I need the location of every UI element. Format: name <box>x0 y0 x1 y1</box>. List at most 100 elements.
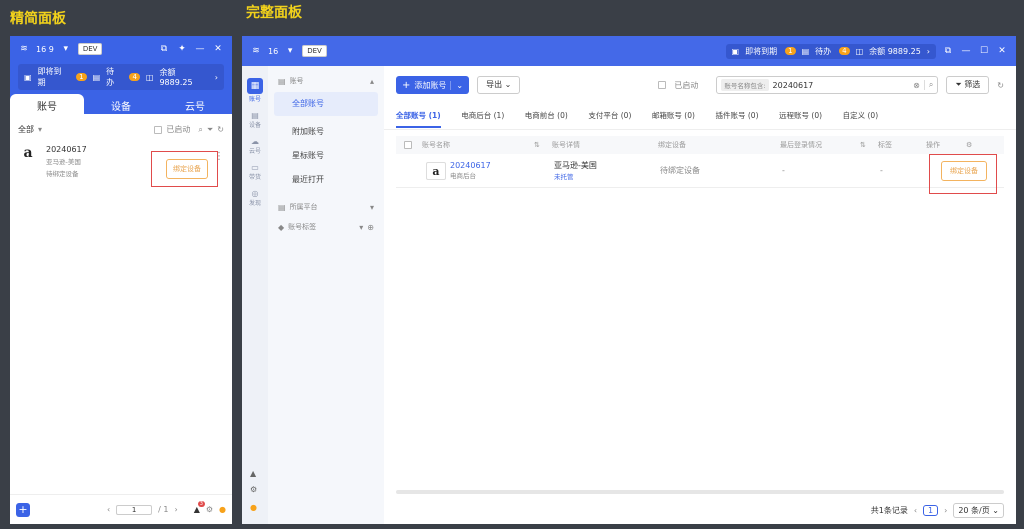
refresh-icon[interactable]: ↻ <box>217 125 224 134</box>
chevron-right-icon: › <box>926 46 930 56</box>
expiring-label: 即将到期 <box>745 46 778 56</box>
account-id: 16 <box>268 46 279 56</box>
expiring-icon: ▣ <box>24 72 32 82</box>
rail-discover[interactable]: ◎ 发现 <box>242 189 268 207</box>
settings-icon[interactable]: ⚙ <box>206 505 213 514</box>
col-name[interactable]: 账号名称 <box>422 140 534 150</box>
page-size-label: 20 条/页 <box>958 506 990 515</box>
col-last-login[interactable]: 最后登录情况 <box>780 140 860 150</box>
select-all-checkbox[interactable] <box>404 141 412 149</box>
rail-device-label: 设备 <box>248 122 261 129</box>
filter-dropdown-icon[interactable]: ▾ <box>38 125 42 134</box>
coin-icon[interactable]: ● <box>250 503 257 512</box>
amazon-logo-icon: a <box>426 161 446 180</box>
filter-all[interactable]: 全部 <box>18 124 34 135</box>
close-icon[interactable]: ✕ <box>996 46 1008 56</box>
search-input[interactable]: 账号名称包含: 20240617 ⊗ ⌕ <box>716 76 939 94</box>
wallet-icon: ◫ <box>145 72 154 82</box>
menu-tags[interactable]: ◆ 账号标签 ▾ ⊕ <box>268 222 384 232</box>
page-number[interactable]: 1 <box>923 505 939 516</box>
todo-label: 待办 <box>815 46 832 56</box>
plus-icon: + <box>402 79 411 91</box>
minimize-icon[interactable]: — <box>194 44 206 54</box>
close-icon[interactable]: ✕ <box>212 44 224 54</box>
search-icon[interactable]: ⌕ <box>198 125 202 135</box>
notification-icon[interactable]: ▲ 3 <box>194 501 205 514</box>
launched-checkbox[interactable] <box>658 81 667 89</box>
status-strip[interactable]: ▣ 即将到期 1 ▤ 待办 4 ◫ 余额 9889.25 › <box>18 64 224 90</box>
pin-icon[interactable]: ✦ <box>176 44 188 54</box>
amazon-logo-icon: a <box>23 145 33 161</box>
tab-cloud[interactable]: 云号 <box>158 94 232 114</box>
page-input[interactable]: 1 <box>116 504 153 515</box>
tab-account[interactable]: 账号 <box>10 94 84 114</box>
add-account-button[interactable]: + <box>16 502 30 517</box>
tags-label: 账号标签 <box>288 223 317 231</box>
tab-ecom-frontend[interactable]: 电商前台 (0) <box>525 111 568 120</box>
todo-count: 4 <box>839 47 850 55</box>
tab-email[interactable]: 邮箱账号 (0) <box>652 111 695 120</box>
account-dropdown-icon[interactable]: ▾ <box>60 44 72 54</box>
status-strip[interactable]: ▣ 即将到期 1 ▤ 待办 4 ◫ 余额 9889.25 › <box>725 43 936 59</box>
account-dropdown-icon[interactable]: ▾ <box>284 46 296 56</box>
dev-badge: DEV <box>302 45 327 57</box>
switch-view-icon[interactable]: ⧉ <box>158 44 170 54</box>
row-account-name[interactable]: 20240617 <box>450 161 554 170</box>
clear-icon[interactable]: ⊗ <box>913 81 920 90</box>
dev-badge: DEV <box>77 43 103 55</box>
rail-account[interactable]: ▦ 账号 <box>242 78 268 103</box>
table-row[interactable]: a 20240617 电商后台 亚马逊-美国 未托管 待绑定设备 - - <box>396 154 1004 188</box>
tab-all-accounts[interactable]: 全部账号 (1) <box>396 111 441 128</box>
tab-remote[interactable]: 远程账号 (0) <box>779 111 822 120</box>
account-icon: ▦ <box>247 78 263 94</box>
refresh-icon[interactable]: ↻ <box>997 81 1004 90</box>
tab-device[interactable]: 设备 <box>84 94 158 114</box>
launched-checkbox[interactable] <box>154 125 163 134</box>
full-highlight-box <box>929 154 997 194</box>
account-tabs: 全部账号 (1) 电商后台 (1) 电商前台 (0) 支付平台 (0) 邮箱账号… <box>384 96 1016 130</box>
coin-icon[interactable]: ● <box>219 505 226 514</box>
tab-custom[interactable]: 自定义 (0) <box>843 111 879 120</box>
notification-icon[interactable]: ▲ <box>250 469 256 478</box>
menu-extra-accounts[interactable]: 附加账号 <box>268 120 384 144</box>
menu-recent[interactable]: 最近打开 <box>268 168 384 192</box>
minimize-icon[interactable]: — <box>960 46 972 56</box>
row-hosting-status: 未托管 <box>554 173 574 181</box>
rail-cloud[interactable]: ☁ 云号 <box>242 137 268 155</box>
add-tag-icon[interactable]: ⊕ <box>367 223 374 232</box>
collapse-icon[interactable]: ▴ <box>370 77 374 86</box>
app-logo-icon: ≋ <box>252 46 260 56</box>
switch-view-icon[interactable]: ⧉ <box>942 46 954 56</box>
main-area: + 添加账号 ⌄ 导出 ⌄ 已启动 账号名称包含: 20240617 ⊗ ⌕ ⏷… <box>384 66 1016 524</box>
filter-icon[interactable]: ⏷ <box>207 125 213 135</box>
tab-ecom-backend[interactable]: 电商后台 (1) <box>461 111 504 120</box>
menu-all-accounts[interactable]: 全部账号 <box>274 92 378 116</box>
sort-icon[interactable]: ⇅ <box>534 141 552 149</box>
settings-icon[interactable]: ⚙ <box>250 485 257 494</box>
add-account-button[interactable]: + 添加账号 ⌄ <box>396 76 470 94</box>
horizontal-scrollbar[interactable] <box>396 490 1004 494</box>
export-button[interactable]: 导出 ⌄ <box>477 76 521 94</box>
rail-device[interactable]: ▤ 设备 <box>242 111 268 129</box>
account-id: 16 9 <box>36 44 54 54</box>
tab-plugin[interactable]: 插件账号 (0) <box>715 111 758 120</box>
column-settings-icon[interactable]: ⚙ <box>966 141 972 149</box>
search-icon[interactable]: ⌕ <box>923 80 933 90</box>
filter-icon: ⏷ <box>955 80 962 89</box>
prev-page-icon[interactable]: ‹ <box>107 505 110 514</box>
next-page-icon[interactable]: › <box>174 505 177 514</box>
sort-icon[interactable]: ⇅ <box>860 141 878 149</box>
menu-platform[interactable]: ▤ 所属平台 ▾ <box>268 192 384 222</box>
rail-goods[interactable]: ▭ 带货 <box>242 163 268 181</box>
prev-page-icon[interactable]: ‹ <box>914 506 917 515</box>
filter-button[interactable]: ⏷ 筛选 <box>946 76 990 94</box>
menu-starred-accounts[interactable]: 星标账号 <box>268 144 384 168</box>
next-page-icon[interactable]: › <box>944 506 947 515</box>
balance-text: 余额 9889.25 <box>869 46 921 56</box>
page-size-select[interactable]: 20 条/页 ⌄ <box>953 503 1004 518</box>
todo-count: 4 <box>129 73 140 81</box>
maximize-icon[interactable]: ☐ <box>978 46 990 56</box>
chevron-down-icon[interactable]: ⌄ <box>450 80 463 90</box>
tab-payment[interactable]: 支付平台 (0) <box>588 111 631 120</box>
chevron-right-icon: › <box>214 72 218 82</box>
